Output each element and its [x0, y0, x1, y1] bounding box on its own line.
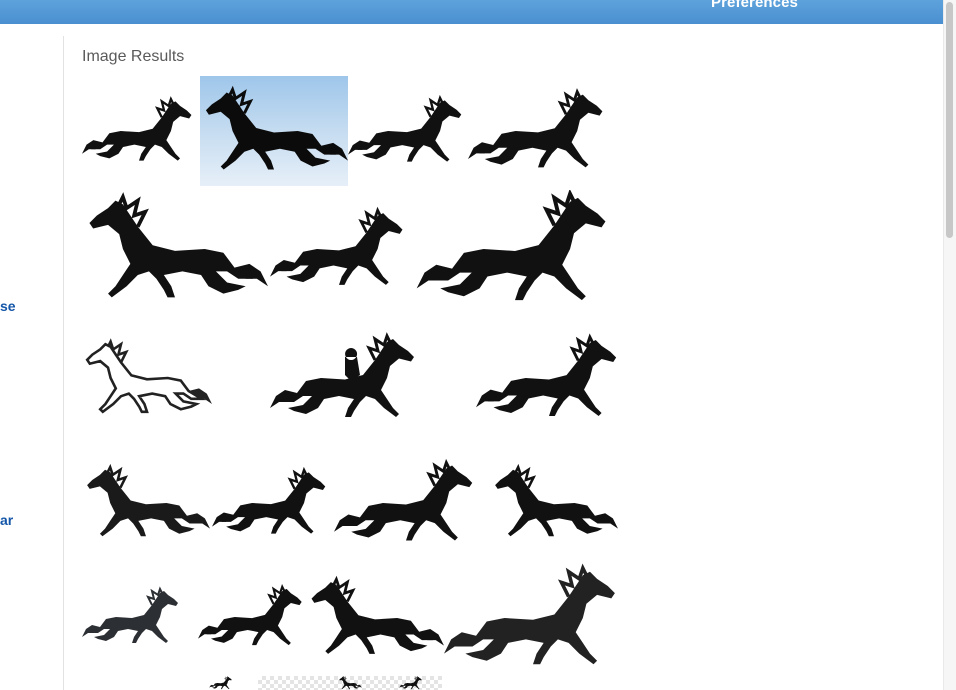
image-result-9[interactable]: [270, 312, 420, 444]
image-result-11[interactable]: [82, 448, 210, 558]
horse-silhouette-icon: [334, 458, 473, 541]
horse-silhouette-icon: [82, 96, 192, 161]
image-result-17[interactable]: [306, 562, 444, 674]
rider-silhouette: [345, 348, 360, 381]
horse-silhouette-icon: [212, 466, 326, 534]
image-results-heading: Image Results: [82, 48, 185, 65]
horse-body: [487, 340, 617, 416]
horse-silhouette-icon: [89, 192, 268, 298]
sidebar-divider: [63, 36, 64, 690]
horse-sketch-icon: [85, 338, 212, 414]
horse-silhouette-icon: [468, 88, 603, 168]
horse-silhouette-icon: [87, 463, 210, 537]
image-result-7[interactable]: [410, 190, 620, 308]
image-result-5[interactable]: [82, 190, 268, 308]
horse-silhouette-icon: [416, 190, 606, 301]
image-result-18[interactable]: [444, 562, 622, 674]
horse-body: [90, 591, 178, 643]
horse-rider-silhouette-icon: [270, 332, 414, 417]
horse-body: [85, 342, 207, 414]
image-result-15[interactable]: [82, 562, 182, 672]
horse-body: [91, 101, 192, 161]
horse-body: [206, 588, 302, 646]
horse-body: [458, 571, 615, 665]
sidebar-link-2[interactable]: ar: [0, 512, 13, 528]
horse-body: [87, 469, 200, 537]
horse-body: [357, 100, 462, 162]
horse-body: [281, 213, 403, 285]
image-result-2[interactable]: [200, 76, 348, 186]
horse-silhouette-icon: [399, 676, 422, 690]
horse-body: [432, 197, 606, 301]
image-result-10[interactable]: [476, 312, 622, 444]
horse-silhouette-icon: [311, 575, 444, 654]
horse-body: [311, 582, 433, 654]
scrollbar-thumb[interactable]: [946, 2, 953, 238]
horse-silhouette-icon: [198, 583, 302, 646]
horse-silhouette-icon: [270, 206, 403, 285]
image-result-19[interactable]: [188, 676, 254, 690]
horse-silhouette-icon: [444, 563, 615, 665]
top-navigation-bar: Preferences: [0, 0, 943, 24]
horse-silhouette-icon: [495, 463, 618, 537]
image-result-21[interactable]: [388, 676, 434, 690]
preferences-link[interactable]: Preferences: [711, 0, 798, 11]
horse-body: [401, 676, 422, 690]
horse-body: [211, 676, 232, 690]
horse-body: [89, 200, 254, 298]
image-result-13[interactable]: [334, 448, 478, 558]
horse-silhouette-icon: [348, 94, 462, 162]
horse-body: [205, 92, 337, 170]
image-result-14[interactable]: [490, 448, 618, 558]
image-result-1[interactable]: [82, 76, 196, 186]
horse-silhouette-icon: [82, 586, 178, 643]
image-result-3[interactable]: [348, 76, 466, 186]
image-result-6[interactable]: [270, 190, 408, 308]
horse-silhouette-icon: [209, 676, 232, 690]
horse-silhouette-icon: [476, 333, 617, 416]
horse-body: [495, 469, 608, 537]
horse-body: [221, 472, 326, 534]
image-result-16[interactable]: [198, 562, 306, 672]
image-result-8[interactable]: [82, 312, 212, 444]
horse-silhouette-icon: [205, 85, 348, 170]
image-result-4[interactable]: [468, 76, 608, 186]
horse-body: [339, 676, 360, 690]
horse-body: [479, 94, 603, 168]
image-result-12[interactable]: [212, 448, 330, 558]
sidebar-link-1[interactable]: se: [0, 298, 16, 314]
horse-body: [345, 465, 473, 541]
